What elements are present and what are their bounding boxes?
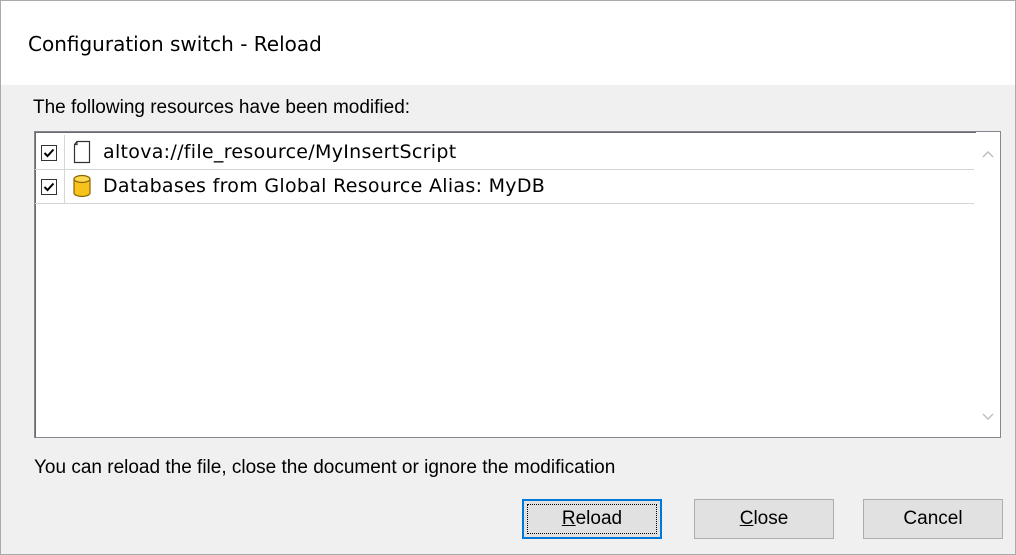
resource-label: Databases from Global Resource Alias: My… [103, 175, 546, 197]
dialog-title: Configuration switch - Reload [28, 32, 322, 56]
title-bar: Configuration switch - Reload [1, 1, 1015, 85]
dialog-window: Configuration switch - Reload The follow… [0, 0, 1016, 555]
list-item[interactable]: altova://file_resource/MyInsertScript [35, 135, 974, 170]
column-divider [64, 169, 65, 203]
cancel-button-label: Cancel [903, 508, 963, 529]
file-icon [72, 140, 92, 164]
column-divider [64, 135, 65, 169]
resource-label: altova://file_resource/MyInsertScript [103, 141, 457, 163]
scroll-up-icon[interactable] [981, 148, 995, 162]
resource-checkbox[interactable] [41, 179, 57, 195]
modified-resources-label: The following resources have been modifi… [33, 97, 411, 118]
scroll-down-icon[interactable] [981, 409, 995, 423]
instruction-label: You can reload the file, close the docum… [34, 457, 616, 478]
reload-button-label: Reload [561, 508, 623, 529]
database-icon [72, 174, 92, 198]
reload-button[interactable]: Reload [522, 499, 662, 539]
vertical-scrollbar[interactable] [976, 132, 1000, 437]
resource-checkbox[interactable] [41, 145, 57, 161]
close-button-label: Close [739, 508, 789, 529]
cancel-button[interactable]: Cancel [863, 499, 1003, 539]
close-button[interactable]: Close [694, 499, 834, 539]
resources-list[interactable]: altova://file_resource/MyInsertScript Da… [34, 131, 1001, 438]
list-item[interactable]: Databases from Global Resource Alias: My… [35, 169, 974, 204]
